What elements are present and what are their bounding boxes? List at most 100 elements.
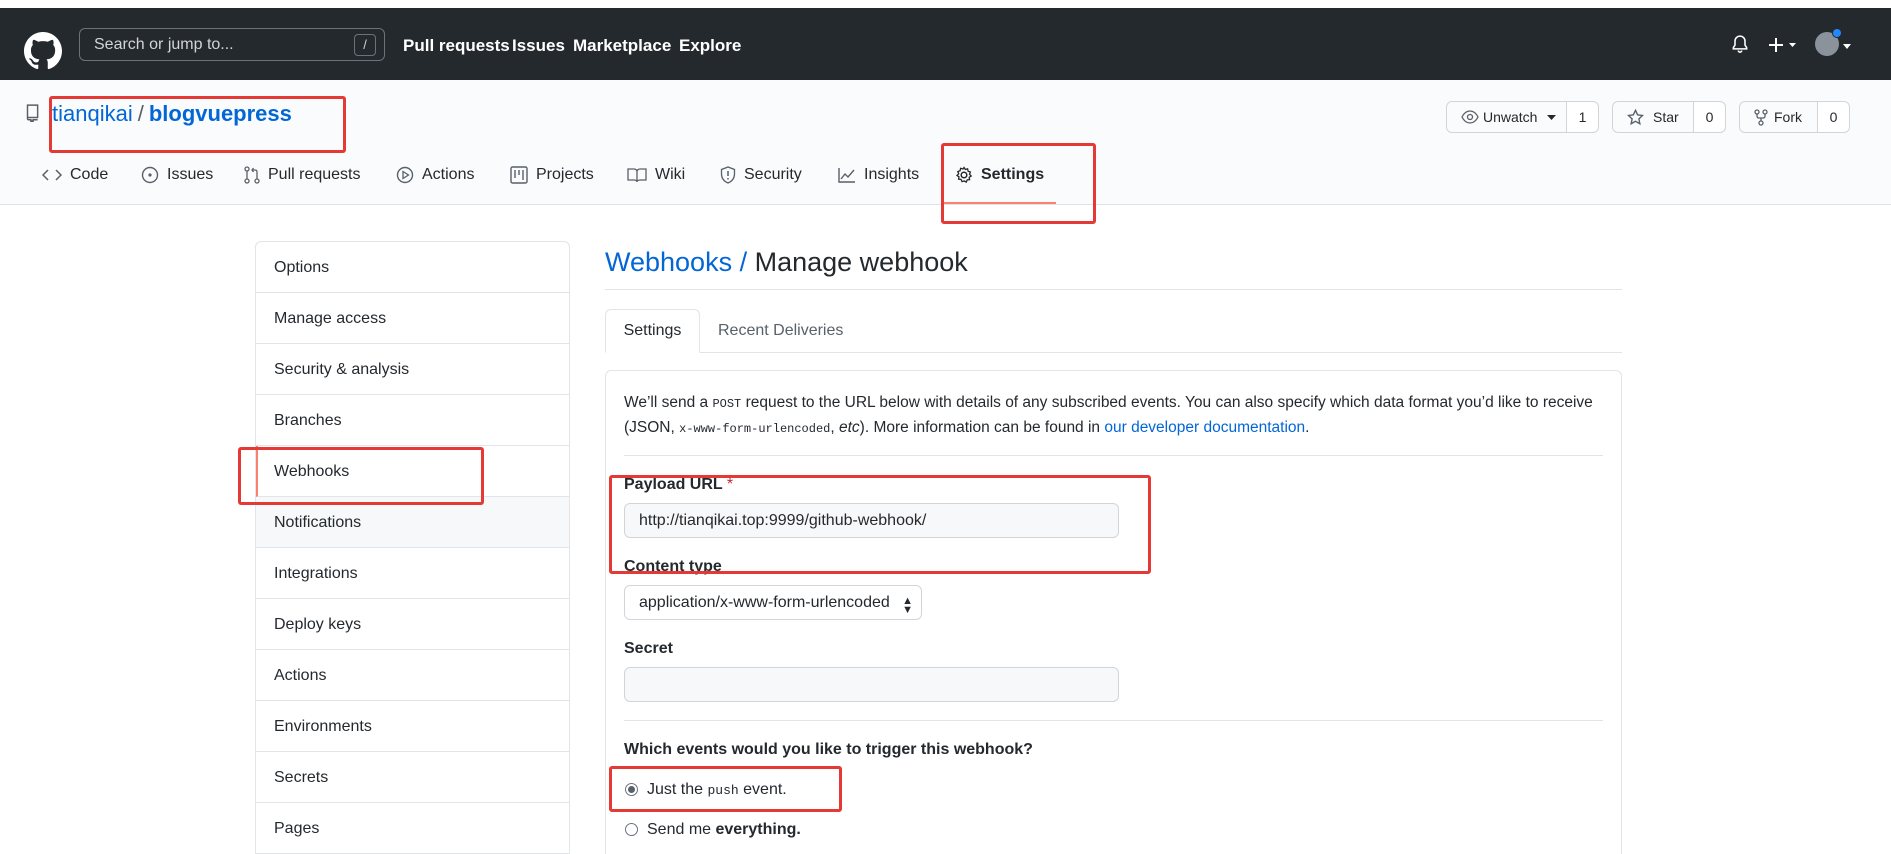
global-header: Search or jump to... / Pull requests Iss… [0,8,1891,80]
tab-settings[interactable]: Settings [955,166,1044,184]
intro-part3: , [830,419,839,436]
nav-pull-requests[interactable]: Pull requests [403,36,510,56]
forks-count[interactable]: 0 [1818,101,1850,133]
subtabs-divider [605,352,1622,353]
intro-code-post: POST [712,397,742,411]
sidebar-item-pages[interactable]: Pages [256,803,569,854]
repo-separator: / [137,101,144,126]
plus-dropdown-icon[interactable] [1768,36,1798,54]
subtab-recent-deliveries[interactable]: Recent Deliveries [718,322,843,340]
star-icon [1627,109,1644,126]
tab-insights-label: Insights [864,166,920,183]
required-mark: * [726,476,734,493]
chevron-down-icon[interactable] [1842,44,1852,50]
top-strip [0,0,1891,8]
gear-icon [955,166,973,184]
star-label: Star [1653,109,1679,125]
title-divider [605,289,1622,290]
star-button[interactable]: Star [1612,101,1694,133]
radio-everything-bold: everything. [715,821,801,838]
subtab-settings[interactable]: Settings [605,309,700,353]
sidebar-item-integrations[interactable]: Integrations [256,548,569,599]
unwatch-label: Unwatch [1483,109,1538,125]
repo-icon [26,104,39,122]
repo-title: tianqikai / blogvuepress [52,101,292,127]
intro-part1: We’ll send a [624,394,713,411]
repo-owner-link[interactable]: tianqikai [52,101,133,126]
content-type-label: Content type [624,558,722,575]
repo-name-link[interactable]: blogvuepress [149,101,292,126]
tab-issues-label: Issues [167,166,214,183]
sidebar-item-secrets[interactable]: Secrets [256,752,569,803]
fork-button[interactable]: Fork [1739,101,1818,133]
radio-push-pre: Just the [647,781,708,798]
tab-wiki[interactable]: Wiki [627,166,685,184]
form-divider-2 [624,720,1603,721]
shield-icon [720,166,736,184]
bell-icon[interactable] [1731,35,1749,55]
tab-projects[interactable]: Projects [510,166,594,184]
tab-code-label: Code [70,166,109,183]
intro-part5: . [1305,419,1310,436]
nav-issues[interactable]: Issues [512,36,565,56]
github-logo-icon[interactable] [24,32,62,70]
play-icon [396,166,414,184]
sidebar-item-webhooks[interactable]: Webhooks [256,446,569,497]
radio-push-label: Just the push event. [647,781,787,799]
tab-issues[interactable]: Issues [141,166,213,184]
project-icon [510,166,528,184]
sidebar-item-environments[interactable]: Environments [256,701,569,752]
tab-pull-requests-label: Pull requests [268,166,361,183]
page-title-text: Manage webhook [754,247,968,277]
unwatch-button[interactable]: Unwatch [1446,101,1567,133]
fork-icon [1754,109,1768,126]
payload-url-label-text: Payload URL [624,476,723,493]
radio-push-event[interactable] [625,783,638,796]
tab-security-label: Security [744,166,802,183]
caret-down-icon [1547,115,1556,120]
radio-push-code: push [707,783,739,798]
sidebar-item-notifications[interactable]: Notifications [256,497,569,548]
radio-push-post: event. [738,781,787,798]
tab-actions[interactable]: Actions [396,166,474,184]
pull-request-icon [244,166,260,184]
sidebar-item-deploy-keys[interactable]: Deploy keys [256,599,569,650]
radio-everything-pre: Send me [647,821,716,838]
settings-sidebar: Options Manage access Security & analysi… [255,241,570,854]
nav-explore[interactable]: Explore [679,36,741,56]
tab-actions-label: Actions [422,166,475,183]
graph-icon [838,168,855,183]
radio-everything[interactable] [625,823,638,836]
tab-wiki-label: Wiki [655,166,686,183]
tab-projects-label: Projects [536,166,594,183]
issue-icon [141,166,159,184]
tab-code[interactable]: Code [42,166,108,184]
tab-security[interactable]: Security [720,166,802,184]
tab-insights[interactable]: Insights [838,166,919,184]
tab-settings-label: Settings [981,166,1045,183]
watchers-count[interactable]: 1 [1567,101,1599,133]
developer-docs-link[interactable]: our developer documentation [1104,419,1305,436]
stars-count[interactable]: 0 [1694,101,1726,133]
radio-everything-label: Send me everything. [647,821,801,839]
sidebar-item-security-analysis[interactable]: Security & analysis [256,344,569,395]
intro-code-urlencoded: x-www-form-urlencoded [679,422,831,436]
search-shortcut-key: / [354,34,376,56]
payload-url-input[interactable]: http://tianqikai.top:9999/github-webhook… [624,503,1119,538]
notification-dot-icon [1832,28,1842,38]
fork-label: Fork [1774,109,1802,125]
breadcrumb-webhooks[interactable]: Webhooks / [605,247,747,277]
content-type-value: application/x-www-form-urlencoded [639,594,890,611]
sidebar-item-manage-access[interactable]: Manage access [256,293,569,344]
tab-pull-requests[interactable]: Pull requests [244,166,361,184]
sidebar-item-actions[interactable]: Actions [256,650,569,701]
intro-part4: ). More information can be found in [859,419,1105,436]
nav-marketplace[interactable]: Marketplace [573,36,671,56]
sidebar-item-options[interactable]: Options [256,242,569,293]
secret-input[interactable] [624,667,1119,702]
search-input[interactable]: Search or jump to... / [79,28,385,61]
content-type-select[interactable]: application/x-www-form-urlencoded ▲ ▼ [624,585,922,620]
sidebar-item-branches[interactable]: Branches [256,395,569,446]
active-tab-underline [943,202,1056,204]
intro-etc: etc [838,419,860,436]
